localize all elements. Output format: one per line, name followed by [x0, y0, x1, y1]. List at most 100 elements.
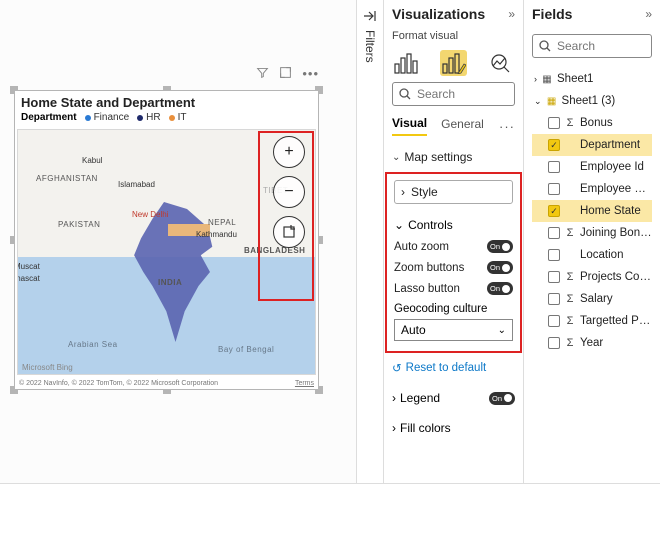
- map-visual-container[interactable]: ••• Home State and Department Department…: [14, 90, 319, 390]
- map-label: Islamabad: [118, 180, 155, 189]
- tab-visual[interactable]: Visual: [392, 116, 427, 136]
- filters-rail-label: Filters: [363, 30, 377, 63]
- field-row[interactable]: ✓Department: [532, 134, 652, 156]
- map-label: AFGHANISTAN: [36, 174, 98, 183]
- field-label: Year: [580, 337, 603, 349]
- table-icon: ▦: [541, 74, 553, 85]
- fill-colors-accordion[interactable]: › Fill colors: [392, 421, 515, 435]
- field-label: Joining Bonus: [580, 227, 652, 239]
- zoom-buttons-label: Zoom buttons: [394, 262, 464, 274]
- field-label: Home State: [580, 205, 641, 217]
- collapse-pane-icon[interactable]: »: [508, 7, 515, 21]
- geocoding-select[interactable]: Auto ⌄: [394, 319, 513, 341]
- field-checkbox[interactable]: [548, 337, 560, 349]
- zoom-in-button[interactable]: +: [273, 136, 305, 168]
- tabs-more-icon[interactable]: ···: [499, 119, 515, 134]
- field-row[interactable]: ΣYear: [532, 332, 652, 354]
- table-node[interactable]: ⌄ ▦ Sheet1 (3): [532, 90, 652, 112]
- fields-search-input[interactable]: [557, 39, 645, 53]
- field-checkbox[interactable]: ✓: [548, 205, 560, 217]
- zoom-buttons-toggle[interactable]: On: [487, 261, 513, 274]
- field-checkbox[interactable]: [548, 227, 560, 239]
- zoom-out-button[interactable]: −: [273, 176, 305, 208]
- more-options-icon[interactable]: •••: [302, 66, 319, 81]
- sigma-icon: Σ: [564, 117, 576, 129]
- fill-colors-label: Fill colors: [400, 421, 451, 435]
- search-icon: [399, 88, 411, 100]
- expand-filters-icon[interactable]: [357, 10, 383, 22]
- auto-zoom-toggle[interactable]: On: [487, 240, 513, 253]
- controls-accordion[interactable]: ⌄ Controls: [394, 218, 513, 232]
- field-checkbox[interactable]: [548, 271, 560, 283]
- fields-search[interactable]: [532, 34, 652, 58]
- chevron-right-icon: ›: [392, 421, 396, 435]
- field-label: Projects Complet...: [580, 271, 652, 283]
- map-label: Bay of Bengal: [218, 345, 274, 354]
- tab-general[interactable]: General: [441, 117, 484, 135]
- legend-item[interactable]: Finance: [85, 112, 130, 123]
- report-canvas[interactable]: ••• Home State and Department Department…: [0, 0, 356, 483]
- legend-item[interactable]: IT: [169, 112, 187, 123]
- filter-icon[interactable]: [256, 66, 269, 81]
- field-checkbox[interactable]: [548, 161, 560, 173]
- field-row[interactable]: Location: [532, 244, 652, 266]
- sigma-icon: Σ: [564, 227, 576, 239]
- field-checkbox[interactable]: [548, 183, 560, 195]
- map-label: Arabian Sea: [68, 340, 118, 349]
- auto-zoom-label: Auto zoom: [394, 241, 449, 253]
- highlight-settings-box: › Style ⌄ Controls Auto zoom On Zoom but…: [385, 172, 522, 353]
- legend-item[interactable]: HR: [137, 112, 160, 123]
- legend-toggle[interactable]: On: [489, 392, 515, 405]
- lasso-button-toggle[interactable]: On: [487, 282, 513, 295]
- field-label: Targetted Projects: [580, 315, 652, 327]
- build-visual-icon[interactable]: [392, 50, 420, 76]
- field-checkbox[interactable]: [548, 117, 560, 129]
- analytics-icon[interactable]: [487, 50, 515, 76]
- fields-pane: Fields » › ▦ Sheet1 ⌄ ▦ Sheet1 (3) ΣBonu…: [523, 0, 660, 483]
- map-label: mascat: [17, 274, 40, 283]
- map-terms-link[interactable]: Terms: [295, 380, 314, 387]
- reset-icon: ↺: [392, 361, 402, 375]
- visual-legend: Department Finance HR IT: [15, 110, 318, 125]
- footer-divider: [0, 483, 660, 484]
- map-visual[interactable]: Home State and Department Department Fin…: [14, 90, 319, 390]
- style-accordion[interactable]: › Style: [394, 180, 513, 204]
- map-canvas[interactable]: AFGHANISTAN PAKISTAN INDIA NEPAL BANGLAD…: [17, 129, 316, 375]
- legend-accordion[interactable]: › Legend: [392, 391, 440, 405]
- fields-tree: › ▦ Sheet1 ⌄ ▦ Sheet1 (3) ΣBonus✓Departm…: [532, 68, 652, 354]
- field-row[interactable]: ΣSalary: [532, 288, 652, 310]
- viz-pane-subtitle: Format visual: [392, 30, 515, 42]
- format-search[interactable]: [392, 82, 515, 106]
- table-node[interactable]: › ▦ Sheet1: [532, 68, 652, 90]
- format-tabs: Visual General ···: [392, 116, 515, 136]
- field-row[interactable]: ΣProjects Complet...: [532, 266, 652, 288]
- legend-label: Legend: [400, 391, 440, 405]
- map-settings-label: Map settings: [404, 150, 472, 164]
- format-visual-icon[interactable]: [440, 50, 468, 76]
- viz-pane-title: Visualizations: [392, 6, 485, 22]
- visual-action-bar: •••: [256, 66, 319, 81]
- lasso-button[interactable]: [273, 216, 305, 248]
- reset-to-default-link[interactable]: ↺ Reset to default: [392, 361, 515, 375]
- visual-title: Home State and Department: [15, 91, 318, 110]
- field-checkbox[interactable]: [548, 293, 560, 305]
- chevron-right-icon: ›: [534, 74, 537, 84]
- field-checkbox[interactable]: ✓: [548, 139, 560, 151]
- field-checkbox[interactable]: [548, 249, 560, 261]
- map-label: Kathmandu: [196, 230, 237, 239]
- field-row[interactable]: ΣBonus: [532, 112, 652, 134]
- collapse-pane-icon[interactable]: »: [645, 7, 652, 21]
- map-label: NEPAL: [208, 218, 236, 227]
- field-row[interactable]: Employee Id: [532, 156, 652, 178]
- format-mode-switcher: [392, 50, 515, 76]
- filters-collapsed-rail[interactable]: Filters: [356, 0, 383, 483]
- map-settings-accordion[interactable]: ⌄ Map settings: [392, 150, 515, 164]
- format-search-input[interactable]: [417, 87, 508, 101]
- field-checkbox[interactable]: [548, 315, 560, 327]
- field-row[interactable]: ✓ Home State: [532, 200, 652, 222]
- field-row[interactable]: ΣTargetted Projects: [532, 310, 652, 332]
- field-row[interactable]: Σ Joining Bonus: [532, 222, 652, 244]
- field-label: Salary: [580, 293, 613, 305]
- focus-mode-icon[interactable]: [279, 66, 292, 81]
- field-row[interactable]: Employee Name: [532, 178, 652, 200]
